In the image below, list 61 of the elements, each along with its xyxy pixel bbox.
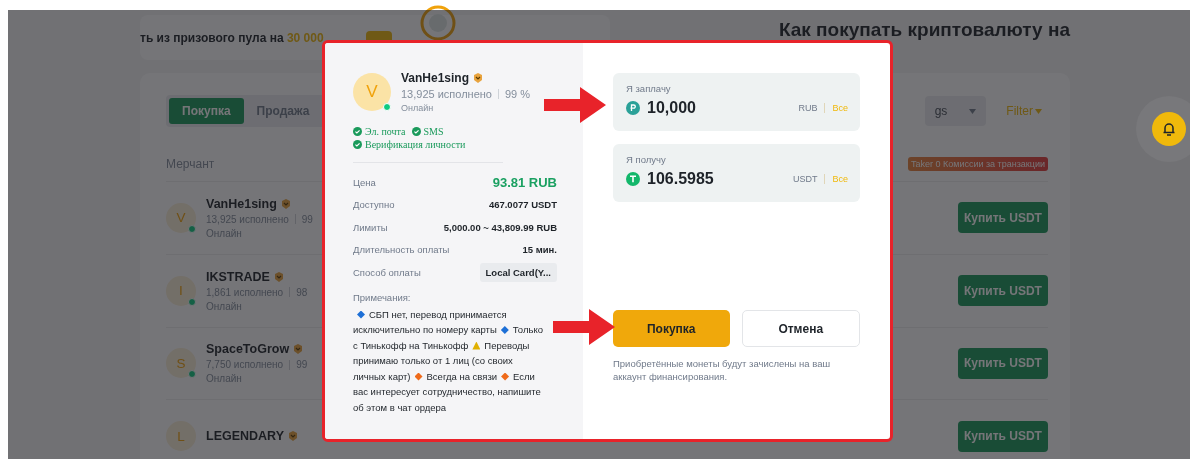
buy-button[interactable]: Купить USDT [958,202,1048,234]
cancel-button[interactable]: Отмена [741,310,860,347]
merchant-name[interactable]: SpaceToGrow [206,342,308,357]
verification-label: Эл. почта [365,126,406,137]
merchant-name[interactable]: IKSTRADE [206,269,308,284]
notes-label: Примечания: [353,291,412,303]
verified-badge-icon [288,431,298,442]
check-icon [353,127,362,136]
max-link[interactable]: Все [824,103,848,113]
caret-icon [1035,108,1042,114]
buy-button[interactable]: Купить USDT [958,420,1048,452]
completion-rate: 99 % [505,88,531,100]
payment-select[interactable]: gs [924,96,987,126]
verified-badge-icon [273,271,284,282]
merchant-name[interactable]: VanHe1sing [206,196,313,211]
detail-label: Способ оплаты [353,266,421,278]
online-status: Онлайн [401,103,435,113]
buy-button[interactable]: Купить USDT [958,275,1048,307]
detail-value: 93.81 RUB [492,174,557,190]
amount-field[interactable]: Я заплачу 10,000 RUB Все [613,73,860,131]
max-link[interactable]: Все [824,174,848,184]
verified-badge-icon [293,344,304,355]
filter-link[interactable]: Filter [1000,103,1048,119]
merchant-avatar: V [166,202,196,233]
merchant-name: VanHe1sing [401,71,531,85]
detail-value: 5,000.00 ~ 43,809.99 RUB [443,221,557,233]
merchant-avatar: L [166,421,196,452]
verified-badge-icon [473,73,484,83]
arrow-icon [553,309,615,345]
verification-label: SMS [423,126,444,137]
detail-label: Цена [353,176,376,188]
merchant-avatar: I [166,275,196,306]
detail-label: Длительность оплаты [353,244,450,256]
tether-coin-icon [626,172,640,186]
merchant-avatar: S [166,348,196,379]
bell-icon [1161,121,1177,137]
merchant-avatar: V [353,73,391,111]
notes-text: СБП нет, перевод принимается исключительно по номеру карты Только с Тинькофф на Тинькофф Переводы принимаю только от 1 лиц (со своих личных карт) Всегда на связи Если вас интересует сотрудничество, напишите об этом в чат ордера [353,307,544,415]
ruble-coin-icon [626,101,640,115]
amount-field[interactable]: Я получу 106.5985 USDT Все [613,144,860,202]
promo-illustration-drawing [419,4,456,41]
check-icon [353,140,362,149]
buy-button[interactable]: Покупка [613,310,730,347]
detail-value: 467.0077 USDT [488,199,557,211]
trade-tab[interactable]: Покупка [169,98,244,124]
page-heading: Как покупать криптовалюту на [778,19,1070,41]
promo-text: ть из призового пула на 30 000 [140,30,324,45]
detail-label: Доступно [353,199,395,211]
payment-method-tag: Local Card(Y... [479,262,557,282]
arrow-icon [544,87,606,123]
check-icon [411,127,421,136]
disclaimer-text: Приобретённые монеты будут зачислены на ваш аккаунт финансирования. [613,357,832,383]
detail-label: Лимиты [353,221,388,233]
orders-count: 13,925 исполнено [401,88,492,100]
merchant-name[interactable]: LEGENDARY [206,429,298,444]
verification-label: Верификация личности [365,139,466,150]
detail-value: 15 мин. [522,244,557,256]
verified-badge-icon [280,198,291,209]
buy-button[interactable]: Купить USDT [958,347,1048,379]
caret-icon [969,108,977,114]
fee-badge: Taker 0 Комиссии за транзакции [907,157,1048,171]
